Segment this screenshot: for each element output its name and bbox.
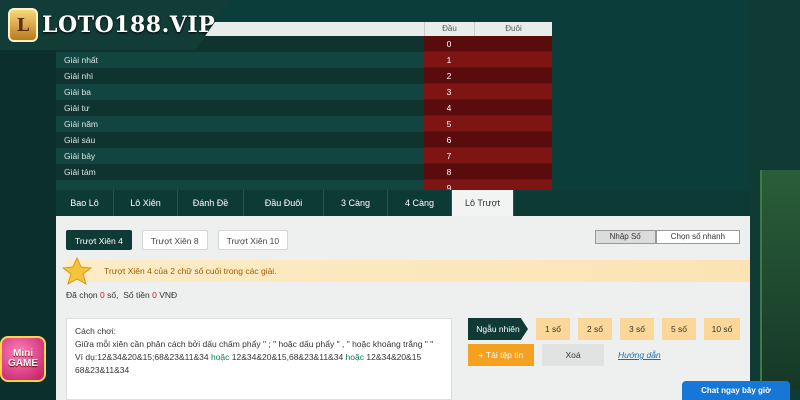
result-row: Giải nhì 2 xyxy=(56,68,552,84)
logo-text: LOTO188.VIP xyxy=(42,12,216,38)
currency-label: VNĐ xyxy=(159,290,178,300)
howto-or-2: hoặc xyxy=(345,352,364,362)
result-row: Giải tư 4 xyxy=(56,100,552,116)
duoi-cell xyxy=(474,84,552,100)
prize-label: Giải năm xyxy=(56,116,424,132)
upload-file-button[interactable]: + Tải tệp tin xyxy=(468,344,534,366)
dau-cell: 1 xyxy=(424,52,474,68)
result-row: Giải tám 8 xyxy=(56,164,552,180)
howto-title: Cách chơi: xyxy=(75,326,117,336)
prize-label: Giải nhì xyxy=(56,68,424,84)
mini-game-label-2: GAME xyxy=(8,358,38,369)
subtab-truot-xien-10[interactable]: Trượt Xiên 10 xyxy=(217,230,289,250)
random-5-button[interactable]: 5 số xyxy=(662,318,696,340)
dau-cell: 5 xyxy=(424,116,474,132)
manual-input-button[interactable]: Nhập Số xyxy=(594,230,656,244)
input-mode-toggle: Nhập Số Chọn số nhanh xyxy=(594,230,740,244)
dau-cell: 4 xyxy=(424,100,474,116)
random-label: Ngẫu nhiên xyxy=(468,318,528,340)
howto-example: Ví dụ:12&34&20&15;68&23&11&34 hoặc 12&34… xyxy=(75,351,443,364)
result-row: Giải bảy 7 xyxy=(56,148,552,164)
prize-label: Giải nhất xyxy=(56,52,424,68)
tab-danh-de[interactable]: Đánh Đề xyxy=(178,190,244,216)
logo-badge-icon: L xyxy=(8,8,38,42)
random-10-button[interactable]: 10 số xyxy=(704,318,740,340)
howto-line1: Giữa mỗi xiên cần phân cách bởi dấu chấm… xyxy=(75,339,434,349)
selected-count: 0 xyxy=(100,290,105,300)
duoi-cell xyxy=(474,100,552,116)
random-2-button[interactable]: 2 số xyxy=(578,318,612,340)
tab-dau-duoi[interactable]: Đầu Đuôi xyxy=(244,190,324,216)
subtabs: Trượt Xiên 4 Trượt Xiên 8 Trượt Xiên 10 xyxy=(66,230,289,250)
site-logo[interactable]: L LOTO188.VIP xyxy=(0,0,230,50)
dau-cell: 8 xyxy=(424,164,474,180)
result-row: Giải ba 3 xyxy=(56,84,552,100)
selected-unit: số, xyxy=(107,290,119,300)
prize-label: Giải ba xyxy=(56,84,424,100)
right-decoration xyxy=(760,170,800,390)
bet-summary: Đã chọn 0 số, Số tiền 0 VNĐ xyxy=(66,290,177,300)
result-row: Giải sáu 6 xyxy=(56,132,552,148)
random-3-button[interactable]: 3 số xyxy=(620,318,654,340)
dau-cell: 2 xyxy=(424,68,474,84)
duoi-column-header: Đuôi xyxy=(474,22,552,36)
prize-label: Giải sáu xyxy=(56,132,424,148)
subtab-truot-xien-8[interactable]: Trượt Xiên 8 xyxy=(141,230,208,250)
prize-label: Giải tư xyxy=(56,100,424,116)
mini-game-button[interactable]: Mini GAME xyxy=(0,336,46,382)
dau-cell: 0 xyxy=(424,36,474,52)
random-1-button[interactable]: 1 số xyxy=(536,318,570,340)
right-background xyxy=(750,0,800,400)
clear-button[interactable]: Xoá xyxy=(542,344,604,366)
game-tabs: Bao Lô Lô Xiên Đánh Đề Đầu Đuôi 3 Càng 4… xyxy=(56,190,750,216)
dau-column-header: Đầu xyxy=(424,22,474,36)
bet-panel: Trượt Xiên 4 Trượt Xiên 8 Trượt Xiên 10 … xyxy=(56,216,750,400)
dau-cell: 7 xyxy=(424,148,474,164)
howto-example-prefix: Ví dụ:12&34&20&15;68&23&11&34 xyxy=(75,352,209,362)
howto-example-3: 12&34&20&15 xyxy=(366,352,422,362)
howto-example-2: 12&34&20&15,68&23&11&34 xyxy=(231,352,344,362)
quick-pick-button[interactable]: Chọn số nhanh xyxy=(655,230,740,244)
duoi-cell xyxy=(474,52,552,68)
duoi-cell xyxy=(474,116,552,132)
tab-4-cang[interactable]: 4 Càng xyxy=(388,190,452,216)
tab-lo-truot[interactable]: Lô Trượt xyxy=(452,190,514,216)
money-value: 0 xyxy=(152,290,157,300)
howto-example-4: 68&23&11&34 xyxy=(75,365,130,375)
prize-label: Giải tám xyxy=(56,164,424,180)
chat-now-button[interactable]: Chat ngay bây giờ xyxy=(682,381,790,400)
dau-cell: 3 xyxy=(424,84,474,100)
dau-cell: 6 xyxy=(424,132,474,148)
tab-3-cang[interactable]: 3 Càng xyxy=(324,190,388,216)
guide-link[interactable]: Hướng dẫn xyxy=(618,350,661,360)
star-icon xyxy=(62,256,92,286)
tab-lo-xien[interactable]: Lô Xiên xyxy=(114,190,178,216)
tab-bao-lo[interactable]: Bao Lô xyxy=(56,190,114,216)
selected-label: Đã chọn xyxy=(66,290,98,300)
result-row: Giải năm 5 xyxy=(56,116,552,132)
duoi-cell xyxy=(474,36,552,52)
duoi-cell xyxy=(474,164,552,180)
duoi-cell xyxy=(474,68,552,84)
action-buttons: + Tải tệp tin Xoá Hướng dẫn xyxy=(468,344,661,366)
subtab-truot-xien-4[interactable]: Trượt Xiên 4 xyxy=(66,230,132,250)
duoi-cell xyxy=(474,132,552,148)
random-picker: Ngẫu nhiên 1 số 2 số 3 số 5 số 10 số xyxy=(468,318,740,340)
prize-label: Giải bảy xyxy=(56,148,424,164)
money-label: Số tiền xyxy=(123,290,150,300)
duoi-cell xyxy=(474,148,552,164)
notice-text: Trượt Xiên 4 của 2 chữ số cuối trong các… xyxy=(104,266,277,276)
result-row: Giải nhất 1 xyxy=(56,52,552,68)
rule-notice: Trượt Xiên 4 của 2 chữ số cuối trong các… xyxy=(62,256,750,286)
howto-or-1: hoặc xyxy=(210,352,230,362)
how-to-play-box: Cách chơi: Giữa mỗi xiên cần phân cách b… xyxy=(66,318,452,400)
